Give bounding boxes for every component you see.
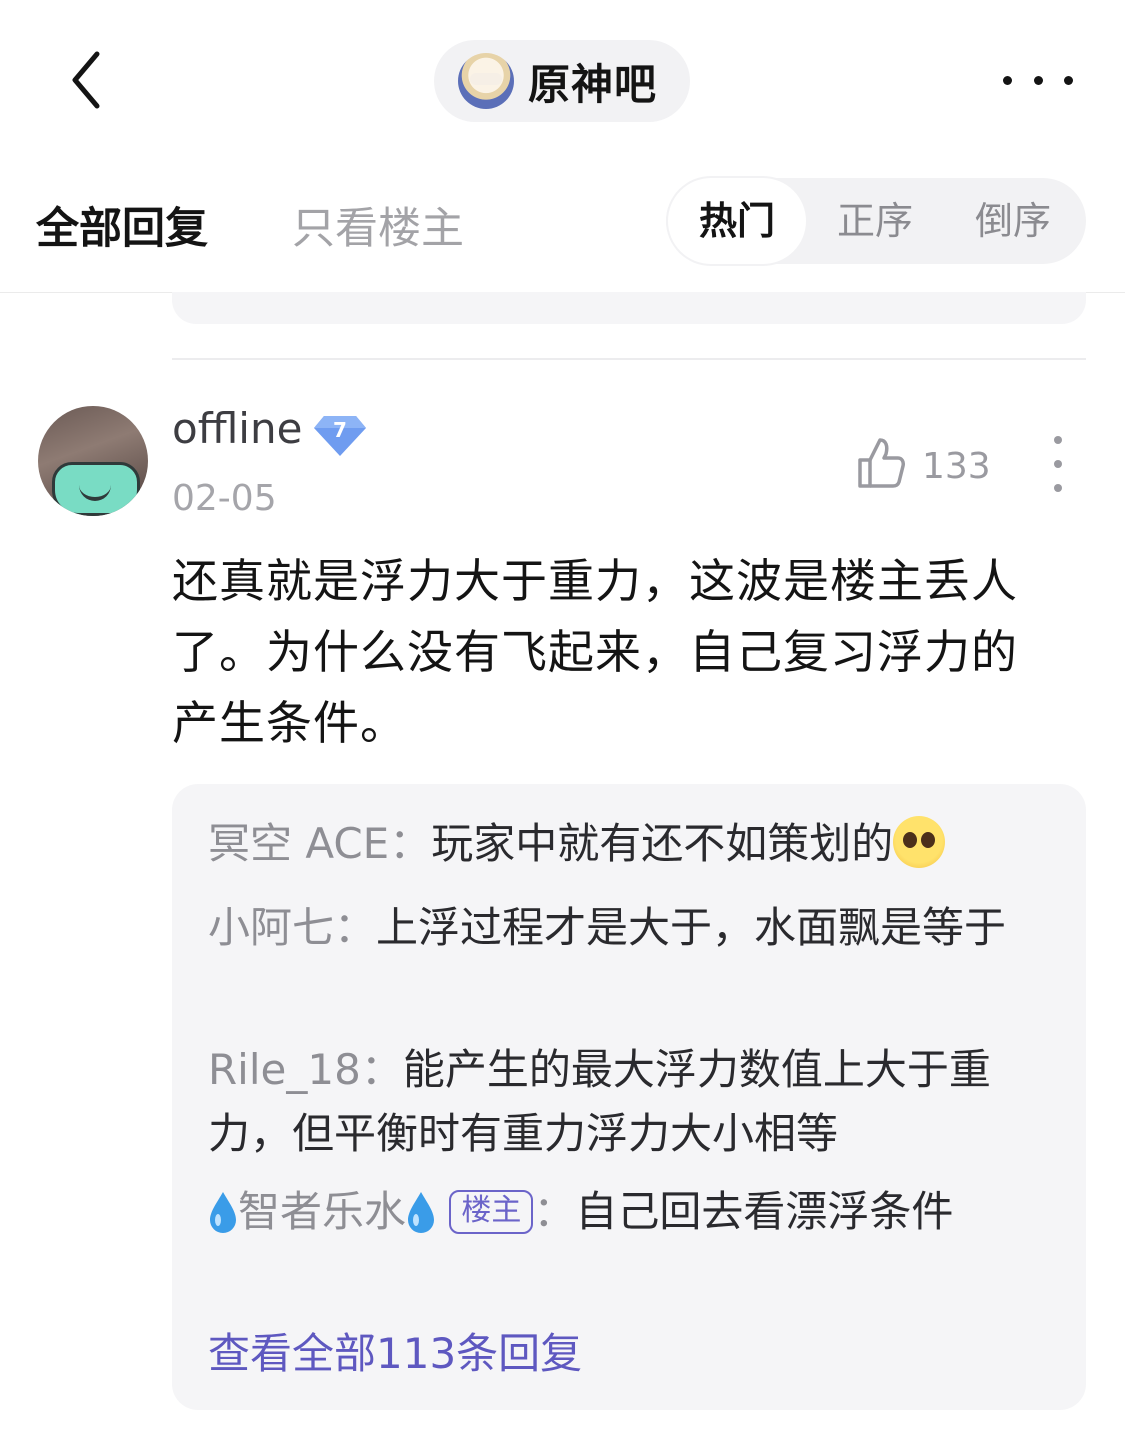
- user-avatar[interactable]: [38, 406, 148, 516]
- reply-author[interactable]: Rile_18: [208, 1045, 361, 1094]
- more-vertical-icon: [1054, 436, 1062, 444]
- like-count: 133: [922, 446, 991, 487]
- top-nav-bar: 原神吧: [0, 0, 1125, 160]
- forum-name: 原神吧: [528, 59, 658, 109]
- reply-author[interactable]: 小阿七: [208, 903, 334, 952]
- post-content: 还真就是浮力大于重力，这波是楼主丢人了。为什么没有飞起来，自己复习浮力的产生条件…: [172, 554, 1018, 750]
- previous-reply-card: [172, 292, 1086, 324]
- more-options-button[interactable]: [1003, 62, 1073, 98]
- water-drop-icon: [408, 1192, 435, 1233]
- sort-ascending[interactable]: 正序: [810, 178, 940, 264]
- more-dot: [1033, 75, 1043, 85]
- more-horizontal-icon: [1003, 75, 1012, 85]
- tab-op-only[interactable]: 只看楼主: [292, 194, 464, 256]
- reply-separator: ：: [389, 819, 432, 868]
- level-badge: 7: [312, 412, 368, 458]
- reply-author[interactable]: 冥空 ACE: [208, 819, 389, 868]
- reply-filter-bar: 全部回复 只看楼主 热门 正序 倒序: [0, 160, 1125, 293]
- pleading-face-icon: [893, 816, 946, 868]
- forum-title-pill[interactable]: 原神吧: [434, 40, 690, 122]
- sub-reply[interactable]: 冥空 ACE：玩家中就有还不如策划的: [208, 812, 1054, 876]
- reply-separator: ：: [334, 903, 377, 952]
- more-dot: [1054, 460, 1062, 468]
- reply-separator: ：: [360, 1045, 403, 1094]
- water-drop-icon: [210, 1192, 236, 1233]
- view-all-replies-link[interactable]: 查看全部113条回复: [208, 1320, 582, 1381]
- post-more-button[interactable]: [1046, 436, 1070, 492]
- reply-text: 自己回去看漂浮条件: [575, 1187, 954, 1236]
- post-date: 02-05: [172, 478, 277, 519]
- sub-replies-card[interactable]: 冥空 ACE：玩家中就有还不如策划的 小阿七：上浮过程才是大于，水面飘是等于 R…: [172, 784, 1086, 1410]
- sort-descending[interactable]: 倒序: [948, 178, 1078, 264]
- op-badge: 楼主: [449, 1190, 534, 1234]
- sort-hot[interactable]: 热门: [668, 178, 806, 264]
- sub-reply[interactable]: 小阿七：上浮过程才是大于，水面飘是等于: [208, 896, 1054, 960]
- more-dot: [1054, 484, 1062, 492]
- sort-segmented-control: 热门 正序 倒序: [666, 178, 1086, 264]
- back-button[interactable]: [56, 44, 116, 116]
- username[interactable]: offline: [172, 404, 302, 453]
- more-dot: [1064, 75, 1073, 85]
- like-button[interactable]: [856, 436, 906, 490]
- reply-text: 玩家中就有还不如策划的: [431, 819, 894, 868]
- forum-avatar: [458, 53, 514, 109]
- avatar-mask: [52, 462, 140, 516]
- thumbs-up-icon: [858, 438, 905, 488]
- chevron-left-icon: [72, 51, 100, 109]
- reply-text: 上浮过程才是大于，水面飘是等于: [376, 903, 1007, 952]
- sub-reply[interactable]: 智者乐水 楼主 ：自己回去看漂浮条件: [208, 1180, 1054, 1244]
- tab-all-replies[interactable]: 全部回复: [36, 194, 208, 256]
- reply-author[interactable]: 智者乐水: [238, 1187, 406, 1236]
- reply-separator: ：: [533, 1187, 576, 1236]
- sub-reply[interactable]: Rile_18：能产生的最大浮力数值上大于重力，但平衡时有重力浮力大小相等: [208, 1038, 1054, 1166]
- divider: [172, 358, 1086, 360]
- level-number: 7: [333, 418, 347, 442]
